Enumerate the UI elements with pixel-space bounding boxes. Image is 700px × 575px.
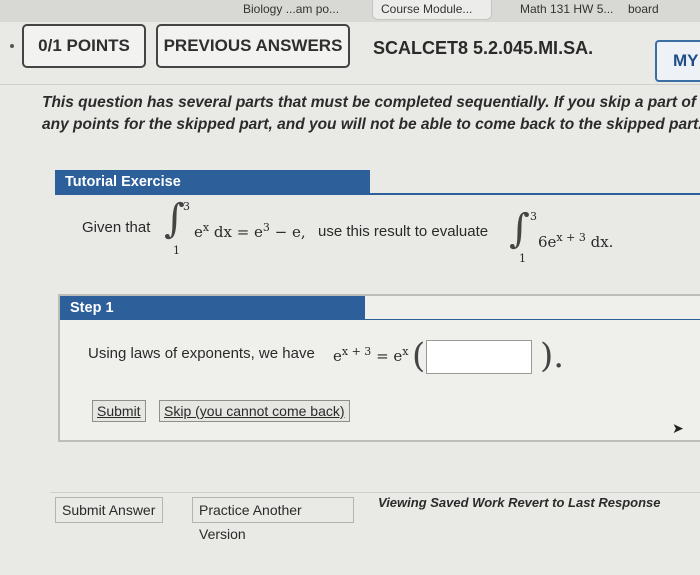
given-label: Given that bbox=[82, 219, 151, 236]
mouse-cursor-icon: ➤ bbox=[672, 420, 684, 436]
integral-2-upper: 3 bbox=[530, 210, 537, 223]
integral-1-upper: 3 bbox=[183, 200, 190, 213]
exponent-answer-input[interactable] bbox=[426, 340, 532, 374]
my-notes-button[interactable]: MY bbox=[655, 40, 700, 82]
browser-tab-board[interactable]: board bbox=[620, 0, 690, 20]
question-code: SCALCET8 5.2.045.MI.SA. bbox=[373, 38, 594, 58]
integral-2-expression: 6ex + 3 dx. bbox=[538, 231, 614, 251]
integral-1-lower: 1 bbox=[173, 244, 180, 257]
tutorial-exercise-header: Tutorial Exercise bbox=[55, 170, 370, 194]
step-1-equation: ex + 3 = ex bbox=[333, 345, 409, 365]
previous-answers-button[interactable]: PREVIOUS ANSWERS bbox=[156, 24, 350, 68]
close-paren: ). bbox=[540, 336, 565, 376]
open-paren: ( bbox=[412, 336, 426, 376]
step-submit-button[interactable]: Submit bbox=[92, 400, 146, 422]
integral-1-expression: ex dx = e3 − e, bbox=[194, 221, 306, 241]
tutorial-underline bbox=[55, 193, 700, 195]
footer-divider bbox=[50, 492, 700, 493]
notice-line-2: any points for the skipped part, and you… bbox=[42, 116, 700, 133]
saved-work-status: Viewing Saved Work Revert to Last Respon… bbox=[378, 495, 661, 510]
points-box: 0/1 POINTS bbox=[22, 24, 146, 68]
integral-sign-2: ∫ bbox=[509, 206, 530, 252]
step-1-underline bbox=[60, 319, 700, 320]
practice-another-version-button[interactable]: Practice Another Version bbox=[192, 497, 354, 542]
viewing-saved-work-label: Viewing Saved Work bbox=[378, 495, 505, 510]
browser-tab-biology[interactable]: Biology ...am po... bbox=[235, 0, 355, 20]
step-1-header: Step 1 bbox=[60, 296, 365, 320]
revert-link[interactable]: Revert to Last Response bbox=[508, 495, 660, 510]
integral-sign-1: ∫ bbox=[164, 196, 185, 242]
browser-tab-course-module[interactable]: Course Module... bbox=[372, 0, 492, 20]
use-result-text: use this result to evaluate bbox=[318, 223, 489, 240]
notice-line-1: This question has several parts that mus… bbox=[42, 94, 700, 111]
skip-step-button[interactable]: Skip (you cannot come back) bbox=[159, 400, 350, 422]
integral-2-lower: 1 bbox=[519, 252, 526, 265]
step-1-prompt: Using laws of exponents, we have bbox=[88, 345, 315, 362]
header-divider bbox=[0, 84, 700, 85]
submit-answer-button[interactable]: Submit Answer bbox=[55, 497, 163, 523]
sequential-notice: This question has several parts that mus… bbox=[42, 92, 700, 136]
bullet-dot bbox=[10, 44, 14, 48]
browser-tab-math-hw[interactable]: Math 131 HW 5... bbox=[512, 0, 622, 20]
